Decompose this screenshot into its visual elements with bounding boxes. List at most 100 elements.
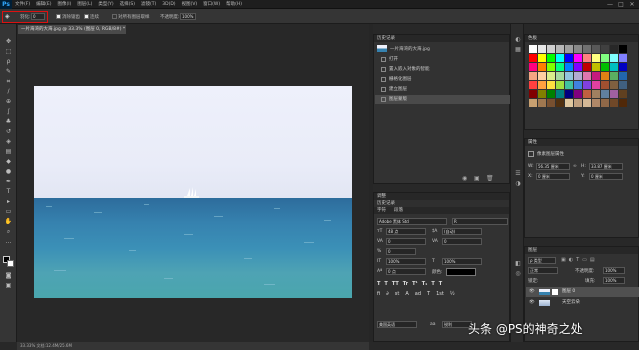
color-swatch[interactable] — [529, 72, 537, 80]
color-swatch[interactable] — [565, 54, 573, 62]
history-item[interactable]: 栅格化图层 — [375, 75, 521, 84]
color-swatch[interactable] — [547, 45, 555, 53]
color-swatch[interactable] — [592, 90, 600, 98]
color-swatch[interactable] — [565, 90, 573, 98]
strikethrough-button[interactable]: T — [439, 281, 442, 287]
link-icon[interactable]: ∞ — [573, 164, 577, 169]
crop-tool-icon[interactable]: ⌗ — [4, 78, 13, 86]
color-swatch[interactable] — [565, 81, 573, 89]
faux-italic-button[interactable]: T — [384, 281, 387, 287]
color-swatch[interactable] — [610, 63, 618, 71]
menu-window[interactable]: 窗口(W) — [200, 1, 223, 7]
color-swatch[interactable] — [547, 72, 555, 80]
color-swatch[interactable] — [529, 54, 537, 62]
menu-layer[interactable]: 图层(L) — [74, 1, 95, 7]
color-swatch[interactable] — [574, 63, 582, 71]
character-tab[interactable]: 字符 — [377, 207, 386, 214]
all-layers-checkbox[interactable]: 对所有图层取样 — [112, 14, 150, 20]
color-swatch[interactable] — [574, 81, 582, 89]
color-swatch[interactable] — [556, 90, 564, 98]
color-swatch[interactable] — [547, 63, 555, 71]
eye-icon[interactable]: 👁 — [529, 298, 535, 308]
x-input[interactable]: 0 厘米 — [536, 173, 570, 180]
color-swatch[interactable] — [556, 81, 564, 89]
color-swatch[interactable] — [529, 81, 537, 89]
color-swatch[interactable] — [538, 72, 546, 80]
color-swatch[interactable] — [601, 90, 609, 98]
color-panel-icon[interactable]: ◐ — [514, 36, 522, 44]
move-tool-icon[interactable]: ✥ — [4, 38, 13, 46]
history-item[interactable]: 建立图层 — [375, 85, 521, 94]
eye-icon[interactable]: 👁 — [529, 287, 535, 297]
filter-smart-icon[interactable]: ▤ — [590, 257, 595, 263]
color-swatch[interactable] — [556, 72, 564, 80]
sea-image[interactable] — [34, 86, 352, 298]
color-swatch[interactable] — [583, 99, 591, 107]
eyedropper-tool-icon[interactable]: ∕ — [4, 88, 13, 96]
superscript-button[interactable]: T¹ — [412, 281, 418, 287]
fill-input[interactable]: 100% — [603, 277, 625, 284]
color-swatch[interactable] — [601, 54, 609, 62]
color-swatch[interactable] — [556, 54, 564, 62]
language-select[interactable]: 美国英语 — [377, 321, 417, 328]
hand-tool-icon[interactable]: ✋ — [4, 218, 13, 226]
color-swatch[interactable] — [547, 90, 555, 98]
color-swatch[interactable] — [601, 45, 609, 53]
brush-tool-icon[interactable]: ∫ — [4, 108, 13, 116]
adjustments-panel-icon[interactable]: ◑ — [514, 180, 522, 188]
color-swatch[interactable] — [583, 63, 591, 71]
color-swatch[interactable] — [565, 72, 573, 80]
color-swatch[interactable] — [619, 45, 627, 53]
snapshot-name[interactable]: 一片海湾的大海.jpg — [390, 46, 430, 52]
tsume-input[interactable]: 0 — [386, 248, 416, 255]
pen-tool-icon[interactable]: ✒ — [4, 178, 13, 186]
menu-file[interactable]: 文件(F) — [12, 1, 33, 7]
color-swatch[interactable] — [592, 99, 600, 107]
layers-panel-title[interactable]: 图层 — [525, 247, 638, 254]
color-swatch[interactable] — [538, 90, 546, 98]
color-swatch[interactable] — [619, 99, 627, 107]
color-swatch[interactable] — [601, 99, 609, 107]
font-family-select[interactable]: Adobe 黑体 Std — [377, 218, 447, 225]
color-swatch[interactable] — [547, 81, 555, 89]
color-swatch[interactable] — [529, 63, 537, 71]
color-swatch[interactable] — [538, 63, 546, 71]
color-swatch[interactable] — [601, 81, 609, 89]
history-panel-title[interactable]: 历史记录 — [374, 35, 509, 42]
channels-panel-icon[interactable]: ◎ — [514, 270, 522, 278]
color-swatch[interactable] — [619, 63, 627, 71]
type-tool-icon[interactable]: T — [4, 188, 13, 196]
color-swatch[interactable] — [556, 99, 564, 107]
blur-tool-icon[interactable]: ◆ — [4, 158, 13, 166]
menu-select[interactable]: 选择(S) — [117, 1, 138, 7]
opentype-button[interactable]: T — [427, 291, 430, 297]
color-swatch[interactable] — [547, 54, 555, 62]
font-size-input[interactable]: 48 点 — [386, 228, 426, 235]
color-swatch[interactable] — [610, 54, 618, 62]
filter-adjust-icon[interactable]: ◐ — [569, 257, 573, 263]
swatches-panel-icon[interactable]: ▦ — [514, 46, 522, 54]
horizontal-scale-input[interactable]: 100% — [442, 258, 482, 265]
faux-bold-button[interactable]: T — [377, 281, 380, 287]
history-tab-2[interactable]: 历史记录 — [374, 200, 509, 207]
history-item[interactable]: 打开 — [375, 55, 521, 64]
filter-pixel-icon[interactable]: ▣ — [561, 257, 566, 263]
more-tools-icon[interactable]: … — [4, 238, 13, 246]
color-swatch[interactable] — [556, 63, 564, 71]
color-swatch[interactable] — [538, 54, 546, 62]
color-swatch[interactable] — [574, 72, 582, 80]
trash-icon[interactable]: 🗑 — [486, 175, 494, 182]
menu-filter[interactable]: 滤镜(T) — [138, 1, 159, 7]
color-swatch[interactable] — [610, 99, 618, 107]
color-swatch[interactable] — [592, 63, 600, 71]
subscript-button[interactable]: T₁ — [422, 281, 428, 287]
y-input[interactable]: 0 厘米 — [589, 173, 623, 180]
layer-name[interactable]: 天空云朵 — [562, 298, 580, 308]
tracking-input[interactable]: 0 — [442, 238, 482, 245]
layers-panel-icon[interactable]: ◧ — [514, 260, 522, 268]
marquee-tool-icon[interactable]: ⬚ — [4, 48, 13, 56]
eraser-tool-icon[interactable]: ◈ — [4, 138, 13, 146]
color-swatch[interactable] — [583, 90, 591, 98]
opentype-button[interactable]: ad — [415, 291, 421, 297]
stamp-tool-icon[interactable]: ♣ — [4, 118, 13, 126]
